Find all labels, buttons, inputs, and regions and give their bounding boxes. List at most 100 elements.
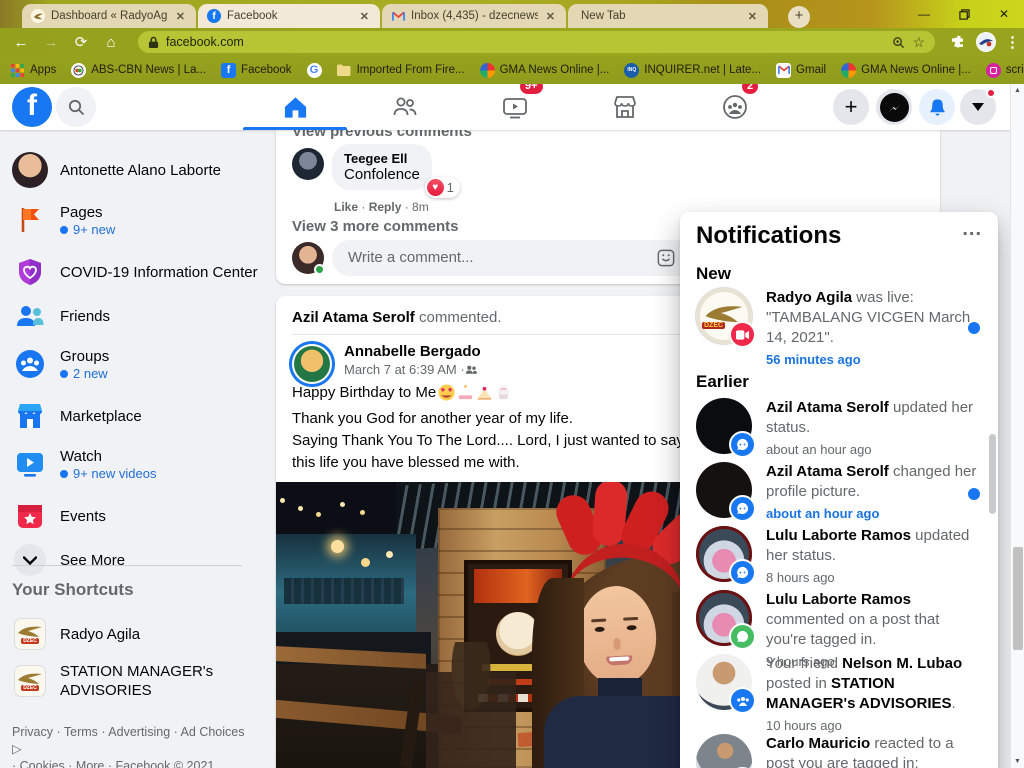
close-icon[interactable]: ✕: [746, 10, 759, 23]
sidebar-item-profile[interactable]: Antonette Alano Laborte: [0, 146, 272, 194]
avatar[interactable]: [292, 148, 324, 180]
bookmark-star-icon[interactable]: ☆: [912, 34, 925, 51]
comment-author[interactable]: Teegee Ell: [344, 151, 420, 166]
bookmark-gma-1[interactable]: GMA News Online |...: [480, 63, 610, 78]
shortcut-radyo-agila[interactable]: DZEC Radyo Agila: [0, 612, 272, 656]
notification-item[interactable]: Azil Atama Serolf changed her profile pi…: [688, 460, 990, 526]
bookmark-google[interactable]: G: [307, 63, 322, 78]
scroll-down-icon[interactable]: ▼: [1014, 758, 1021, 765]
tab-friends[interactable]: [350, 84, 460, 130]
notification-item[interactable]: Azil Atama Serolf updated her status. ab…: [688, 396, 990, 462]
window-restore-button[interactable]: [944, 0, 984, 28]
facebook-page: f 9+ 2 +: [0, 84, 1010, 768]
messenger-button[interactable]: [876, 89, 912, 125]
shortcut-station-managers[interactable]: DZEC STATION MANAGER's ADVISORIES: [0, 652, 272, 710]
bookmark-facebook[interactable]: f Facebook: [221, 63, 292, 78]
browser-tab-new[interactable]: New Tab ✕: [568, 4, 768, 28]
comment-bubble: Teegee Ell Confolence ♥ 1: [332, 144, 432, 190]
bookmark-inquirer[interactable]: INQ INQUIRER.net | Late...: [624, 63, 761, 78]
sidebar-item-watch[interactable]: Watch 9+ new videos: [0, 438, 272, 490]
sidebar-item-events[interactable]: Events: [0, 494, 272, 538]
notifications-menu-icon[interactable]: ...: [962, 218, 982, 241]
sidebar-item-marketplace[interactable]: Marketplace: [0, 394, 272, 438]
page-scrollbar-thumb[interactable]: [1013, 547, 1023, 650]
context-name[interactable]: Azil Atama Serolf: [292, 309, 415, 326]
address-bar[interactable]: facebook.com ☆: [138, 31, 935, 53]
sidebar-footer[interactable]: Privacy · Terms · Advertising · Ad Choic…: [12, 724, 250, 768]
tab-watch[interactable]: 9+: [460, 84, 570, 130]
back-icon[interactable]: ←: [6, 34, 36, 51]
inquirer-icon: INQ: [624, 63, 639, 78]
sidebar-item-friends[interactable]: Friends: [0, 294, 272, 338]
post-author-name[interactable]: Annabelle Bergado: [344, 343, 481, 360]
sticker-icon[interactable]: [657, 249, 675, 267]
bookmark-script-writing[interactable]: script writing: [986, 63, 1024, 78]
notification-item[interactable]: Lulu Laborte Ramos updated her status. 8…: [688, 524, 990, 590]
browser-tab-facebook[interactable]: f Facebook ✕: [198, 4, 380, 28]
view-previous-comments-link[interactable]: View previous comments: [292, 130, 472, 140]
new-tab-button[interactable]: +: [788, 6, 810, 28]
tab-groups[interactable]: 2: [680, 84, 790, 130]
account-button[interactable]: [960, 89, 996, 125]
marketplace-icon: [12, 398, 48, 434]
watch-icon: [12, 446, 48, 482]
home-icon[interactable]: ⌂: [96, 34, 126, 51]
avatar: [696, 462, 752, 518]
eagle-favicon: [31, 9, 45, 23]
sidebar-item-groups[interactable]: Groups 2 new: [0, 338, 272, 390]
browser-profile-avatar[interactable]: [976, 32, 996, 52]
bookmark-gma-2[interactable]: GMA News Online |...: [841, 63, 971, 78]
window-close-button[interactable]: ✕: [984, 0, 1024, 28]
bookmark-gmail[interactable]: Gmail: [776, 63, 826, 78]
shortcuts-title: Your Shortcuts: [12, 580, 134, 600]
friends-tab-icon: [391, 93, 419, 121]
sidebar-item-pages[interactable]: Pages 9+ new: [0, 194, 272, 246]
abscbn-icon: [71, 63, 86, 78]
avatar: [696, 398, 752, 454]
comment-actions: Like · Reply · 8m: [334, 200, 429, 214]
post-meta: March 7 at 6:39 AM ·: [344, 362, 477, 377]
tab-marketplace[interactable]: [570, 84, 680, 130]
zoom-icon[interactable]: [892, 36, 905, 49]
bookmark-abscbn[interactable]: ABS-CBN News | La...: [71, 63, 206, 78]
forward-icon[interactable]: →: [36, 34, 66, 51]
sidebar-divider: [12, 565, 242, 566]
sidebar-label: Watch: [60, 447, 156, 466]
shortcut-label: Radyo Agila: [60, 625, 140, 644]
reaction-count-pill[interactable]: ♥ 1: [425, 177, 460, 198]
tab-home[interactable]: [240, 84, 350, 130]
facebook-logo-icon[interactable]: f: [12, 87, 52, 127]
browser-tab-inbox[interactable]: Inbox (4,435) - dzecnews1062@g ✕: [382, 4, 566, 28]
browser-tab-dashboard[interactable]: Dashboard « RadyoAgila.com — ✕: [22, 4, 196, 28]
notifications-scrollbar-thumb[interactable]: [989, 434, 996, 514]
extensions-puzzle-icon[interactable]: [952, 35, 967, 50]
page-scrollbar[interactable]: ▲ ▼: [1010, 84, 1024, 768]
reload-icon[interactable]: ⟳: [66, 33, 96, 51]
browser-menu-icon[interactable]: ⋮: [1005, 33, 1020, 51]
reply-link[interactable]: Reply: [369, 200, 402, 214]
tab-title: Facebook: [227, 10, 352, 22]
sidebar-item-covid[interactable]: COVID-19 Information Center: [0, 250, 272, 294]
facebook-favicon: f: [207, 9, 221, 23]
notifications-button[interactable]: [919, 89, 955, 125]
window-minimize-button[interactable]: —: [904, 0, 944, 28]
search-button[interactable]: [56, 87, 96, 127]
bookmark-apps[interactable]: Apps: [10, 63, 56, 78]
view-more-comments-link[interactable]: View 3 more comments: [292, 218, 458, 235]
sidebar-item-see-more[interactable]: See More: [0, 538, 272, 582]
sidebar-label: Groups: [60, 347, 109, 366]
notification-item[interactable]: DZEC Radyo Agila was live: "TAMBALANG VI…: [688, 286, 990, 372]
post-author-avatar[interactable]: [292, 344, 332, 384]
close-icon[interactable]: ✕: [174, 10, 187, 23]
sidebar-label: Marketplace: [60, 407, 142, 426]
close-icon[interactable]: ✕: [544, 10, 557, 23]
bookmark-imported[interactable]: Imported From Fire...: [337, 63, 465, 78]
close-icon[interactable]: ✕: [358, 10, 371, 23]
scroll-up-icon[interactable]: ▲: [1014, 87, 1021, 94]
bookmark-label: Apps: [30, 64, 56, 76]
create-button[interactable]: +: [833, 89, 869, 125]
notification-item[interactable]: Your friend Nelson M. Lubao posted in ST…: [688, 652, 990, 738]
avatar: [696, 654, 752, 710]
notification-item[interactable]: ♥ Carlo Mauricio reacted to a post you a…: [688, 732, 990, 768]
like-link[interactable]: Like: [334, 200, 358, 214]
